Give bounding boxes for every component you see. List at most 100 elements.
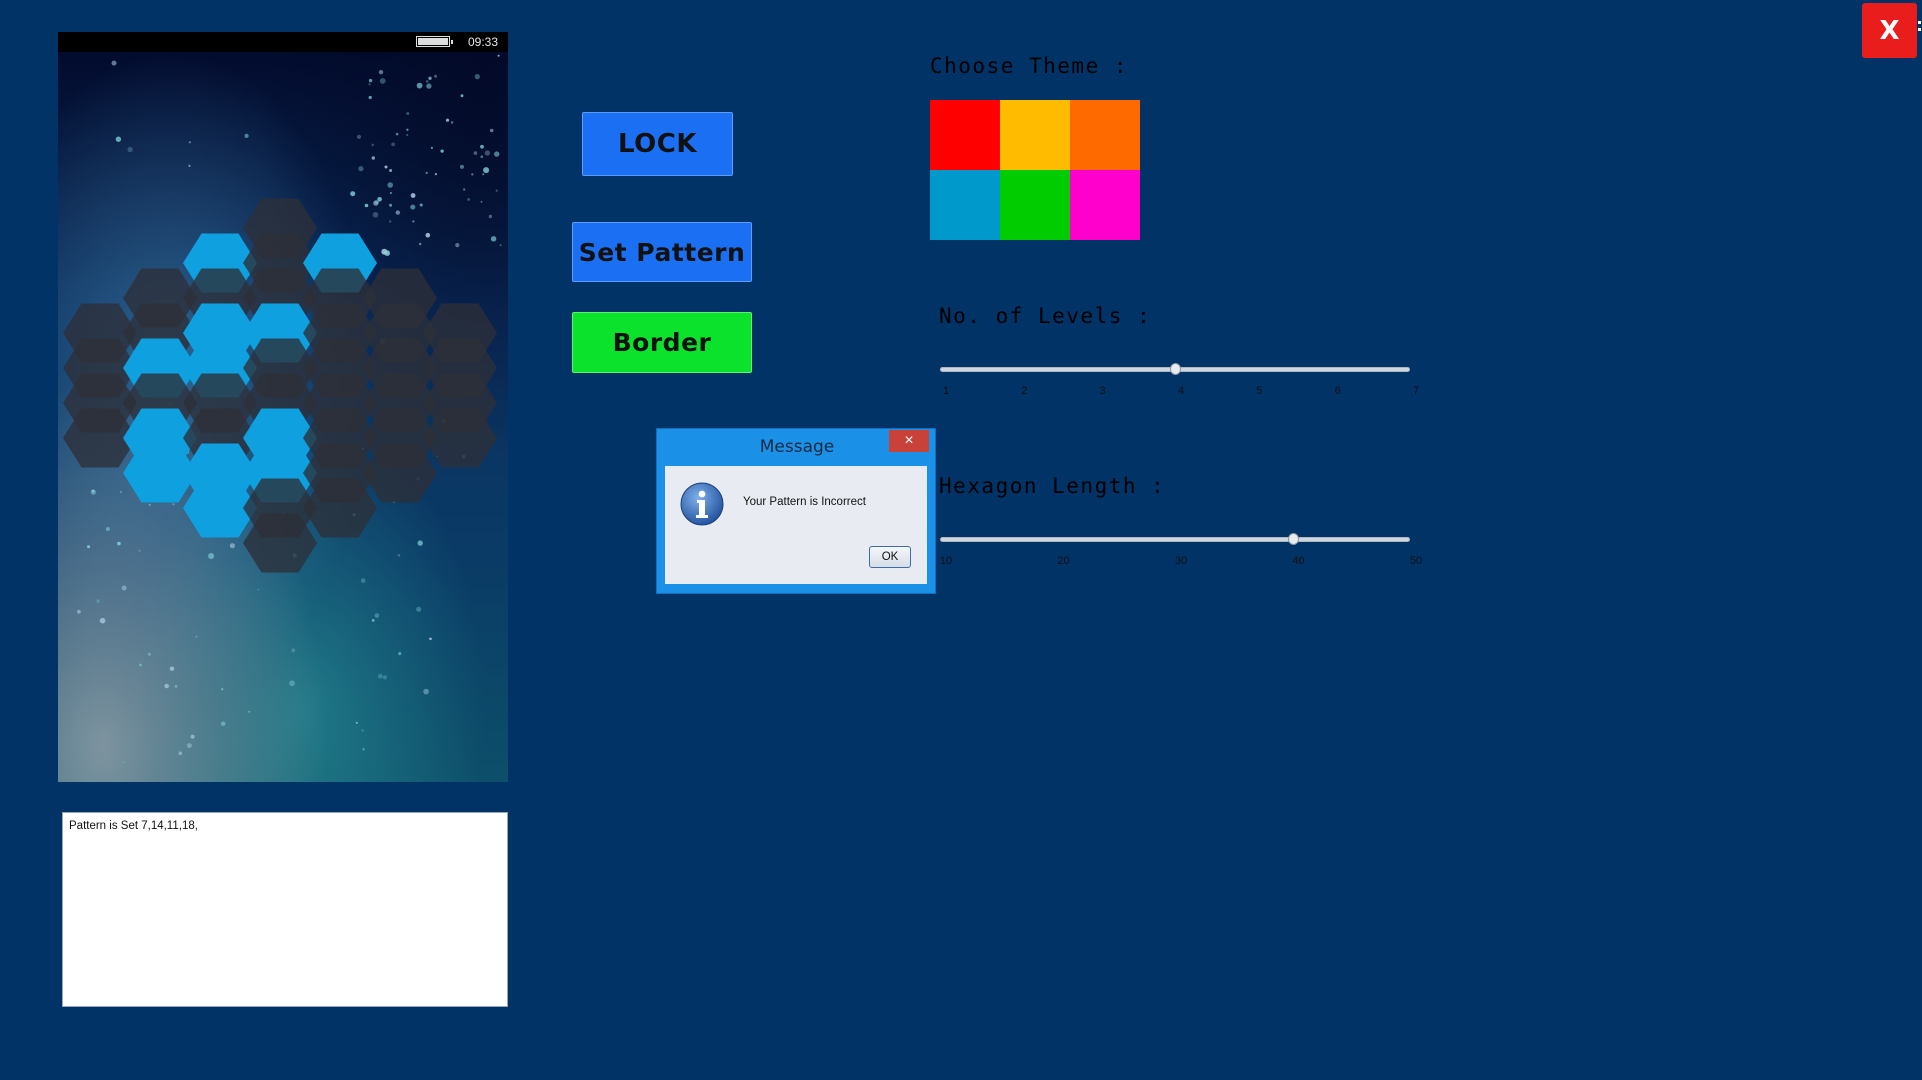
star-particle [361, 729, 364, 732]
star-particle [395, 210, 400, 215]
star-particle [355, 721, 358, 724]
star-particle [488, 214, 493, 219]
dialog-body: Your Pattern is Incorrect OK [665, 466, 927, 584]
star-particle [378, 673, 383, 679]
star-particle [360, 578, 366, 583]
lock-screen[interactable] [58, 52, 508, 782]
star-particle [473, 151, 478, 155]
star-particle [395, 132, 399, 136]
phone-frame: 09:33 [58, 32, 508, 782]
star-particle [483, 167, 490, 174]
hexagon-length-slider-track[interactable] [940, 537, 1410, 542]
star-particle [398, 652, 402, 656]
theme-swatch-magenta[interactable] [1070, 170, 1140, 240]
star-particle [121, 585, 127, 591]
star-particle [291, 648, 296, 653]
theme-swatch-red[interactable] [930, 100, 1000, 170]
star-particle [381, 248, 388, 255]
star-particle [480, 155, 484, 158]
star-particle [434, 74, 438, 78]
hexagon-length-tick-40: 40 [1292, 555, 1305, 567]
hexagon-length-tick-20: 20 [1057, 555, 1070, 567]
star-particle [460, 94, 464, 98]
dialog-message: Your Pattern is Incorrect [743, 496, 866, 508]
star-particle [425, 232, 431, 238]
star-particle [248, 710, 251, 713]
close-app-button[interactable]: X [1862, 3, 1921, 58]
star-particle [384, 165, 388, 169]
battery-icon [416, 36, 453, 47]
star-particle [406, 128, 409, 131]
star-particle [178, 751, 183, 755]
star-particle [120, 491, 122, 493]
star-particle [467, 198, 470, 201]
set-pattern-button[interactable]: Set Pattern [572, 222, 752, 282]
star-particle [391, 142, 395, 147]
hexagon-length-tick-30: 30 [1174, 555, 1188, 567]
star-particle [138, 549, 141, 552]
star-particle [371, 156, 375, 160]
star-particle [368, 78, 373, 83]
star-particle [480, 144, 484, 149]
star-particle [174, 685, 178, 688]
star-particle [489, 128, 494, 133]
levels-slider[interactable]: 1 2 3 4 5 6 7 [940, 363, 1419, 410]
star-particle [484, 150, 491, 156]
star-particle [368, 95, 372, 100]
star-particle [425, 80, 429, 83]
pattern-log-textarea[interactable]: Pattern is Set 7,14,11,18, [62, 812, 508, 1007]
levels-label: No. of Levels : [939, 304, 1152, 328]
hexagon-length-slider[interactable]: 10 20 30 40 50 [939, 533, 1422, 580]
lock-button[interactable]: LOCK [582, 112, 733, 176]
dialog-ok-button[interactable]: OK [869, 546, 911, 568]
star-particle [148, 503, 151, 506]
levels-tick-6: 6 [1334, 385, 1341, 397]
star-particle [358, 166, 364, 172]
star-particle [368, 83, 371, 86]
star-particle [389, 203, 393, 207]
pattern-log-text: Pattern is Set 7,14,11,18, [69, 820, 198, 832]
star-particle [195, 635, 198, 638]
hexagon-pattern-grid[interactable] [58, 52, 508, 782]
star-particle [117, 541, 121, 546]
star-particle [188, 141, 191, 144]
theme-swatch-green[interactable] [1000, 170, 1070, 240]
star-particle [445, 118, 450, 122]
theme-swatch-orange[interactable] [1070, 100, 1140, 170]
dialog-close-icon[interactable]: × [889, 430, 929, 452]
theme-swatch-blue[interactable] [930, 170, 1000, 240]
star-particle [389, 220, 392, 223]
star-particle [371, 143, 375, 147]
star-particle [455, 243, 460, 248]
theme-swatch-amber[interactable] [1000, 100, 1070, 170]
hexagon-length-tick-10: 10 [939, 555, 953, 567]
star-particle [434, 173, 437, 176]
star-particle [428, 76, 432, 80]
star-particle [169, 666, 175, 671]
status-time: 09:33 [468, 35, 499, 49]
star-particle [350, 191, 356, 197]
star-particle [90, 489, 96, 495]
star-particle [389, 169, 393, 172]
border-button[interactable]: Border [572, 312, 752, 373]
star-particle [96, 599, 100, 603]
star-particle [378, 70, 384, 75]
star-particle [406, 112, 410, 115]
star-particle [190, 734, 195, 739]
levels-slider-thumb[interactable] [1170, 363, 1181, 375]
star-particle [426, 83, 432, 89]
star-particle [419, 203, 423, 207]
star-particle [139, 663, 142, 667]
star-particle [416, 606, 422, 612]
star-particle [77, 609, 81, 614]
levels-tick-1: 1 [942, 385, 950, 397]
star-particle [257, 588, 260, 591]
levels-tick-3: 3 [1099, 385, 1106, 397]
star-particle [494, 151, 500, 157]
star-particle [244, 133, 249, 138]
star-particle [471, 173, 474, 176]
star-particle [387, 182, 394, 188]
hexagon-length-slider-thumb[interactable] [1287, 533, 1299, 545]
choose-theme-label: Choose Theme : [930, 54, 1129, 78]
star-particle [371, 619, 375, 622]
